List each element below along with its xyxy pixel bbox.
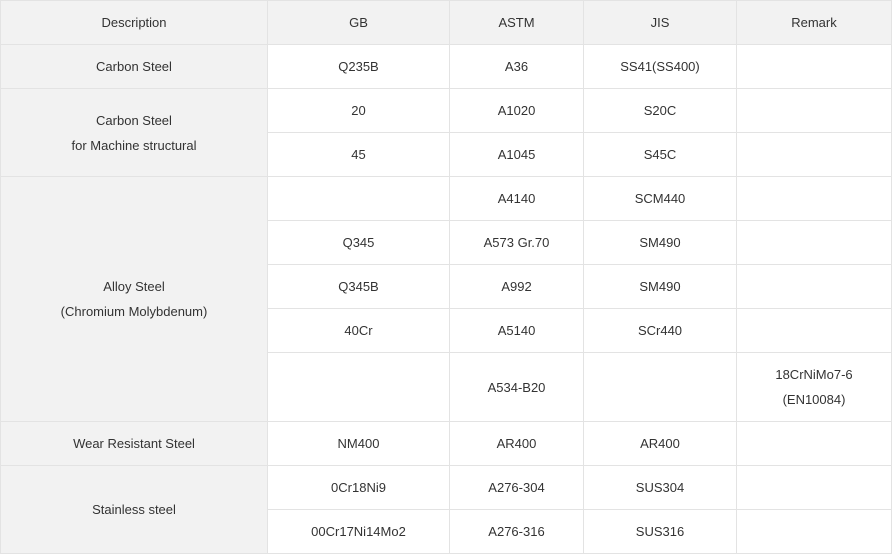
gb-cell: 20 (267, 88, 450, 133)
table-row: Carbon Steel Q235B A36 SS41(SS400) (0, 44, 892, 89)
description-text: Stainless steel (92, 502, 176, 517)
description-cell: Carbon Steel for Machine structural (0, 88, 268, 177)
gb-cell: 45 (267, 132, 450, 177)
remark-cell (736, 421, 892, 466)
description-cell: Alloy Steel (Chromium Molybdenum) (0, 176, 268, 422)
jis-cell: SCM440 (583, 176, 737, 221)
jis-cell (583, 352, 737, 422)
jis-cell: SUS316 (583, 509, 737, 554)
remark-cell (736, 509, 892, 554)
gb-cell: 0Cr18Ni9 (267, 465, 450, 510)
astm-cell: A276-316 (449, 509, 584, 554)
remark-cell (736, 44, 892, 89)
gb-cell: NM400 (267, 421, 450, 466)
jis-cell: AR400 (583, 421, 737, 466)
remark-text: (EN10084) (782, 392, 846, 407)
astm-cell: A992 (449, 264, 584, 309)
header-astm: ASTM (449, 0, 584, 45)
remark-cell (736, 308, 892, 353)
astm-cell: AR400 (449, 421, 584, 466)
astm-cell: A534-B20 (449, 352, 584, 422)
astm-cell: A36 (449, 44, 584, 89)
header-row: Description GB ASTM JIS Remark (0, 0, 892, 45)
table-row: Stainless steel 0Cr18Ni9 A276-304 SUS304 (0, 465, 892, 554)
remark-cell (736, 220, 892, 265)
description-text: for Machine structural (71, 137, 197, 153)
jis-cell: SS41(SS400) (583, 44, 737, 89)
header-remark: Remark (736, 0, 892, 45)
header-description: Description (0, 0, 268, 45)
jis-cell: S45C (583, 132, 737, 177)
gb-cell: 00Cr17Ni14Mo2 (267, 509, 450, 554)
description-cell: Wear Resistant Steel (0, 421, 268, 466)
astm-cell: A276-304 (449, 465, 584, 510)
jis-cell: SCr440 (583, 308, 737, 353)
table-row: Wear Resistant Steel NM400 AR400 AR400 (0, 421, 892, 466)
table-row: Carbon Steel for Machine structural 20 A… (0, 88, 892, 177)
description-cell: Carbon Steel (0, 44, 268, 89)
description-text: (Chromium Molybdenum) (60, 304, 208, 319)
steel-grade-comparison-table: Description GB ASTM JIS Remark Carbon St… (0, 0, 892, 554)
remark-cell (736, 176, 892, 221)
astm-cell: A5140 (449, 308, 584, 353)
gb-cell: 40Cr (267, 308, 450, 353)
jis-cell: S20C (583, 88, 737, 133)
astm-cell: A573 Gr.70 (449, 220, 584, 265)
remark-cell (736, 88, 892, 133)
description-text: Wear Resistant Steel (73, 436, 195, 451)
gb-cell: Q235B (267, 44, 450, 89)
remark-cell (736, 132, 892, 177)
header-jis: JIS (583, 0, 737, 45)
gb-cell (267, 352, 450, 422)
table-row: Alloy Steel (Chromium Molybdenum) A4140 … (0, 176, 892, 422)
remark-cell (736, 264, 892, 309)
jis-cell: SM490 (583, 264, 737, 309)
astm-cell: A1020 (449, 88, 584, 133)
description-cell: Stainless steel (0, 465, 268, 554)
gb-cell: Q345 (267, 220, 450, 265)
gb-cell (267, 176, 450, 221)
remark-text: 18CrNiMo7-6 (775, 367, 853, 382)
description-text: Alloy Steel (103, 279, 165, 294)
header-gb: GB (267, 0, 450, 45)
jis-cell: SUS304 (583, 465, 737, 510)
description-text: Carbon Steel (96, 112, 172, 128)
description-text: Carbon Steel (96, 59, 172, 74)
astm-cell: A1045 (449, 132, 584, 177)
jis-cell: SM490 (583, 220, 737, 265)
remark-cell (736, 465, 892, 510)
astm-cell: A4140 (449, 176, 584, 221)
remark-cell: 18CrNiMo7-6 (EN10084) (736, 352, 892, 422)
gb-cell: Q345B (267, 264, 450, 309)
